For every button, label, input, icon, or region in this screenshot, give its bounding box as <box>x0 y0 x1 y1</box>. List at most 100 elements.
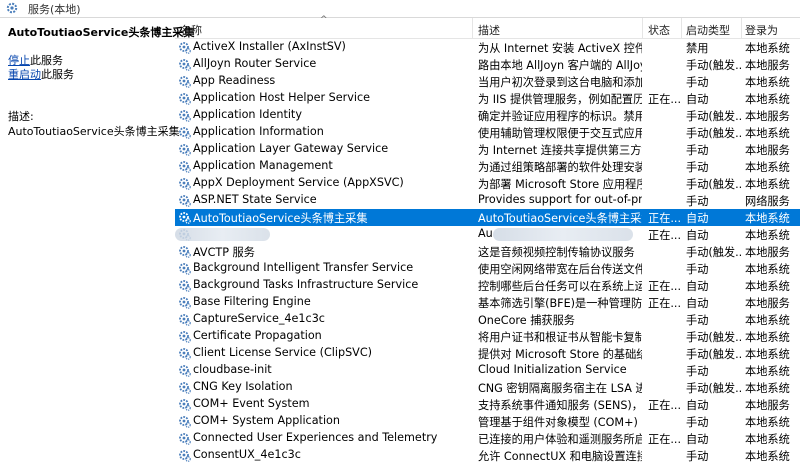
service-gear-icon <box>178 177 191 190</box>
service-name: AVCTP 服务 <box>193 246 255 259</box>
service-row[interactable]: Base Filtering Engine 基本筛选引擎(BFE)是一种管理防火.… <box>175 294 800 311</box>
column-header-description[interactable]: 描述 <box>478 22 500 38</box>
service-status: 正在... <box>648 93 682 106</box>
service-logon-as: 本地服务 <box>745 59 790 72</box>
service-startup-type: 手动(触发... <box>686 110 742 123</box>
service-description: CNG 密钥隔离服务宿主在 LSA 进... <box>478 382 642 395</box>
service-row[interactable]: AutoToutiaoService头条博主采集 AutoToutiaoServi… <box>175 209 800 226</box>
service-logon-as: 本地系统 <box>745 93 790 106</box>
service-logon-as: 本地服务 <box>745 399 790 412</box>
service-logon-as: 网络服务 <box>745 195 790 208</box>
service-gear-icon <box>178 41 191 54</box>
service-logon-as: 本地系统 <box>745 263 790 276</box>
service-row[interactable]: CaptureService_4e1c3c OneCore 捕获服务 手动 本地系统 <box>175 311 800 328</box>
service-gear-icon <box>178 92 191 105</box>
service-description: 将用户证书和根证书从智能卡复制... <box>478 331 642 344</box>
service-name: Background Tasks Infrastructure Service <box>193 278 419 291</box>
service-startup-type: 手动(触发... <box>686 331 742 344</box>
service-logon-as: 本地系统 <box>745 127 790 140</box>
services-list[interactable]: ^ 名称 描述 状态 启动类型 登录为 ActiveX Installer (A… <box>175 15 800 463</box>
service-name: Application Identity <box>193 108 302 121</box>
service-description: 路由本地 AllJoyn 客户端的 AllJoyn ... <box>478 59 642 72</box>
service-description: 为从 Internet 安装 ActiveX 控件提... <box>478 42 642 55</box>
service-description: 控制哪些后台任务可以在系统上运... <box>478 280 642 293</box>
column-divider[interactable] <box>741 18 742 38</box>
service-gear-icon <box>178 58 191 71</box>
service-row[interactable]: Application Identity 确定并验证应用程序的标识。禁用... 手动… <box>175 107 800 124</box>
service-name: AppX Deployment Service (AppXSVC) <box>193 176 404 189</box>
service-description: 管理基于组件对象模型 (COM+) 的... <box>478 416 642 429</box>
service-gear-icon <box>178 245 191 258</box>
service-row[interactable]: AppX Deployment Service (AppXSVC) 为部署 Mic… <box>175 175 800 192</box>
service-name: CaptureService_4e1c3c <box>193 312 325 325</box>
service-startup-type: 自动 <box>686 433 709 446</box>
column-divider[interactable] <box>472 18 473 38</box>
service-logon-as: 本地系统 <box>745 76 790 89</box>
service-name: Connected User Experiences and Telemetry <box>193 431 438 444</box>
service-gear-icon <box>178 347 191 360</box>
service-logon-as: 本地系统 <box>745 229 790 242</box>
service-logon-as: 本地服务 <box>745 110 790 123</box>
service-logon-as: 本地服务 <box>745 297 790 310</box>
service-startup-type: 自动 <box>686 399 709 412</box>
service-startup-type: 手动(触发... <box>686 178 742 191</box>
service-name: Application Information <box>193 125 324 138</box>
services-gear-icon <box>6 2 18 14</box>
service-gear-icon <box>178 211 191 224</box>
service-row[interactable]: AllJoyn Router Service 路由本地 AllJoyn 客户端的 … <box>175 56 800 73</box>
service-gear-icon <box>178 279 191 292</box>
service-description: Provides support for out-of-pro... <box>478 193 642 206</box>
service-name: ASP.NET State Service <box>193 193 317 206</box>
service-gear-icon <box>178 398 191 411</box>
service-row[interactable]: COM+ Event System 支持系统事件通知服务 (SENS)，此... 正… <box>175 396 800 413</box>
service-row[interactable]: Application Layer Gateway Service 为 Inter… <box>175 141 800 158</box>
service-logon-as: 本地系统 <box>745 42 790 55</box>
service-row[interactable]: Connected User Experiences and Telemetry… <box>175 430 800 447</box>
service-description: 提供对 Microsoft Store 的基础结... <box>478 348 642 361</box>
service-startup-type: 手动(触发... <box>686 59 742 72</box>
service-row[interactable]: COM+ System Application 管理基于组件对象模型 (COM+)… <box>175 413 800 430</box>
service-gear-icon <box>178 160 191 173</box>
service-row[interactable]: Client License Service (ClipSVC) 提供对 Micr… <box>175 345 800 362</box>
service-row[interactable]: ActiveX Installer (AxInstSV) 为从 Internet … <box>175 39 800 56</box>
service-row[interactable]: AVCTP 服务 这是音频视频控制传输协议服务 手动(触发... 本地服务 <box>175 243 800 260</box>
service-name: cloudbase-init <box>193 363 272 376</box>
restart-service-link[interactable]: 重启动 <box>8 68 41 81</box>
service-status: 正在... <box>648 297 682 310</box>
description-label: 描述: <box>8 110 34 123</box>
service-row[interactable]: Au 正在... 自动 本地系统 <box>175 226 800 243</box>
service-row[interactable]: CNG Key Isolation CNG 密钥隔离服务宿主在 LSA 进... 手… <box>175 379 800 396</box>
service-gear-icon <box>178 330 191 343</box>
service-row[interactable]: Background Tasks Infrastructure Service 控… <box>175 277 800 294</box>
column-header-status[interactable]: 状态 <box>648 22 670 38</box>
selected-service-name: AutoToutiaoService头条博主采集 <box>8 26 195 39</box>
service-description: 为通过组策略部署的软件处理安装... <box>478 161 642 174</box>
service-startup-type: 手动 <box>686 161 709 174</box>
service-row[interactable]: App Readiness 当用户初次登录到这台电脑和添加... 手动 本地系统 <box>175 73 800 90</box>
service-row[interactable]: Application Information 使用辅助管理权限便于交互式应用..… <box>175 124 800 141</box>
service-startup-type: 手动 <box>686 195 709 208</box>
service-startup-type: 自动 <box>686 280 709 293</box>
service-logon-as: 本地系统 <box>745 314 790 327</box>
service-status: 正在... <box>648 399 682 412</box>
service-row[interactable]: Application Management 为通过组策略部署的软件处理安装...… <box>175 158 800 175</box>
column-header-name[interactable]: 名称 <box>180 22 202 38</box>
title-bar: 服务(本地) <box>0 0 800 18</box>
service-row[interactable]: Application Host Helper Service 为 IIS 提供管… <box>175 90 800 107</box>
service-startup-type: 自动 <box>686 297 709 310</box>
service-logon-as: 本地系统 <box>745 416 790 429</box>
service-row[interactable]: cloudbase-init Cloud Initialization Servi… <box>175 362 800 379</box>
column-header-logon-as[interactable]: 登录为 <box>745 22 778 38</box>
service-row[interactable]: Certificate Propagation 将用户证书和根证书从智能卡复制..… <box>175 328 800 345</box>
service-name: Background Intelligent Transfer Service <box>193 261 414 274</box>
column-header-startup-type[interactable]: 启动类型 <box>686 22 730 38</box>
column-divider[interactable] <box>681 18 682 38</box>
service-name: Client License Service (ClipSVC) <box>193 346 373 359</box>
service-row[interactable]: ASP.NET State Service Provides support fo… <box>175 192 800 209</box>
service-name: COM+ System Application <box>193 414 340 427</box>
service-name: ConsentUX_4e1c3c <box>193 448 301 461</box>
column-divider[interactable] <box>642 18 643 38</box>
service-description: AutoToutiaoService头条博主采集 <box>478 212 642 225</box>
service-gear-icon <box>178 143 191 156</box>
service-row[interactable]: Background Intelligent Transfer Service 使… <box>175 260 800 277</box>
